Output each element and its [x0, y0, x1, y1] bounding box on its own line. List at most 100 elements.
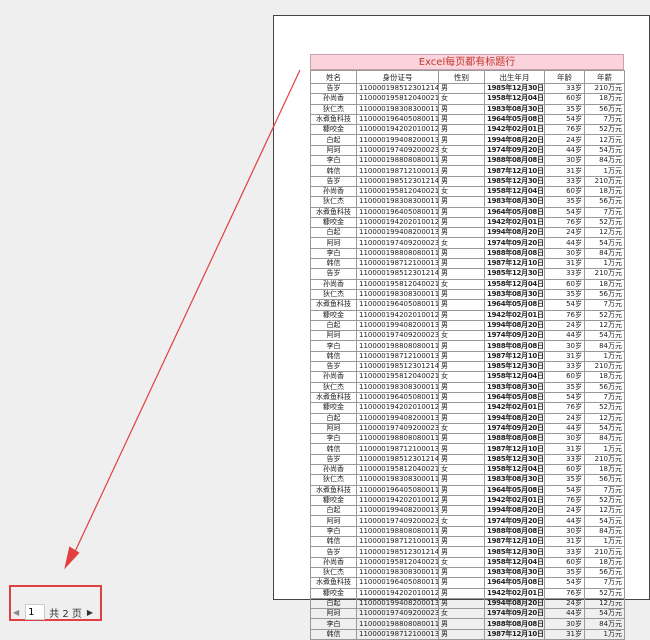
cell-gender: 男 [438, 175, 485, 187]
cell-salary: 18万元 [584, 93, 625, 105]
cell-id-number: 110000198808080011 [356, 618, 439, 630]
cell-age: 31岁 [544, 443, 585, 455]
cell-salary: 18万元 [584, 185, 625, 198]
cell-birth-date: 1974年09月20日 [484, 237, 545, 249]
prev-page-icon[interactable]: ◀ [13, 608, 19, 617]
cell-gender: 男 [438, 103, 485, 115]
cell-age: 35岁 [544, 103, 585, 115]
cell-birth-date: 1987年12月10日 [484, 350, 545, 363]
table-row: 告岁 110000198512301214 男 1985年12月30日 33岁 210万元 [310, 175, 625, 187]
cell-gender: 男 [438, 258, 485, 270]
table-row: 韩信 110000198712100013 男 1987年12月10日 31岁 1万元 [310, 443, 625, 455]
table-row: 告岁 110000198512301214 男 1985年12月30日 33岁 210万元 [310, 361, 625, 373]
cell-birth-date: 1985年12月30日 [484, 175, 545, 187]
table-row: 白起 110000199408200013 男 1994年08月20日 24岁 12万元 [310, 319, 625, 332]
sheet-area: Excel每页都有标题行 姓名 身份证号 性别 出生年月 年龄 年薪 告岁 110… [310, 54, 625, 640]
cell-birth-date: 1983年08月30日 [484, 196, 545, 208]
cell-name: 告岁 [310, 453, 357, 465]
cell-salary: 12万元 [584, 505, 625, 517]
table-row: 白起 110000199408200013 男 1994年08月20日 24岁 12万元 [310, 412, 625, 424]
cell-name: 李白 [310, 618, 357, 630]
cell-birth-date: 1942年02月01日 [484, 402, 545, 414]
cell-gender: 男 [438, 443, 485, 455]
cell-name: 糠咬金 [310, 402, 357, 414]
cell-name: 李白 [310, 247, 357, 260]
cell-name: 孙尚香 [310, 556, 357, 568]
cell-id-number: 110000195812040021 [356, 371, 439, 383]
cell-age: 54岁 [544, 391, 585, 404]
cell-name: 糠咬金 [310, 494, 357, 507]
cell-name: 韩信 [310, 443, 357, 455]
header-age: 年龄 [544, 70, 585, 84]
cell-age: 31岁 [544, 165, 585, 177]
header-salary: 年薪 [584, 70, 625, 84]
table-row: 水煮鱼科技 110000196405080011 男 1964年05月08日 54岁 7万… [310, 299, 625, 311]
cell-id-number: 110000198308300011 [356, 196, 439, 208]
cell-age: 76岁 [544, 124, 585, 136]
header-gender: 性别 [438, 70, 485, 84]
cell-name: 白起 [310, 597, 357, 610]
cell-birth-date: 1942年02月01日 [484, 216, 545, 229]
cell-name: 糠咬金 [310, 124, 357, 136]
cell-birth-date: 1958年12月04日 [484, 463, 545, 476]
cell-salary: 54万元 [584, 330, 625, 342]
cell-age: 35岁 [544, 288, 585, 301]
cell-salary: 12万元 [584, 319, 625, 332]
cell-age: 35岁 [544, 196, 585, 208]
cell-name: 告岁 [310, 546, 357, 558]
total-pages-label: 共 2 页 [49, 608, 82, 620]
cell-salary: 56万元 [584, 474, 625, 486]
cell-name: 韩信 [310, 165, 357, 177]
cell-salary: 56万元 [584, 196, 625, 208]
cell-id-number: 110000195812040021 [356, 93, 439, 105]
cell-name: 告岁 [310, 361, 357, 373]
cell-salary: 7万元 [584, 577, 625, 589]
cell-birth-date: 1942年02月01日 [484, 124, 545, 136]
cell-gender: 男 [438, 628, 485, 640]
cell-name: 告岁 [310, 268, 357, 280]
cell-birth-date: 1987年12月10日 [484, 628, 545, 640]
cell-name: 李白 [310, 433, 357, 445]
cell-birth-date: 1985年12月30日 [484, 361, 545, 373]
cell-name: 韩信 [310, 536, 357, 548]
cell-age: 33岁 [544, 268, 585, 280]
table-row: 水煮鱼科技 110000196405080011 男 1964年05月08日 54岁 7万… [310, 391, 625, 404]
cell-salary: 18万元 [584, 463, 625, 476]
cell-name: 韩信 [310, 350, 357, 363]
table-row: 糠咬金 110000194202010012 男 1942年02月01日 76岁 52万元 [310, 124, 625, 136]
print-preview-page: Excel每页都有标题行 姓名 身份证号 性别 出生年月 年龄 年薪 告岁 110… [273, 15, 650, 640]
cell-salary: 210万元 [584, 82, 625, 95]
cell-id-number: 110000195812040021 [356, 463, 439, 476]
page-number-input[interactable] [25, 604, 46, 620]
cell-age: 60岁 [544, 278, 585, 290]
cell-gender: 男 [438, 474, 485, 486]
cell-id-number: 110000198308300011 [356, 566, 439, 579]
cell-name: 阿珂 [310, 144, 357, 157]
cell-age: 54岁 [544, 206, 585, 218]
cell-age: 44岁 [544, 422, 585, 435]
table-row: 孙尚香 110000195812040021 女 1958年12月04日 60岁 18万元 [310, 556, 625, 568]
table-row: 阿珂 110000197409200023 女 1974年09月20日 44岁 54万元 [310, 515, 625, 527]
next-page-icon[interactable]: ▶ [87, 608, 93, 617]
cell-gender: 男 [438, 288, 485, 301]
cell-gender: 男 [438, 494, 485, 507]
cell-gender: 男 [438, 134, 485, 146]
cell-age: 24岁 [544, 412, 585, 424]
cell-gender: 男 [438, 587, 485, 599]
cell-gender: 男 [438, 206, 485, 218]
cell-gender: 男 [438, 566, 485, 579]
cell-salary: 84万元 [584, 247, 625, 260]
cell-id-number: 110000194202010012 [356, 587, 439, 599]
header-row: 姓名 身份证号 性别 出生年月 年龄 年薪 [310, 70, 625, 84]
cell-salary: 52万元 [584, 402, 625, 414]
cell-age: 76岁 [544, 494, 585, 507]
cell-age: 30岁 [544, 340, 585, 352]
cell-name: 狄仁杰 [310, 288, 357, 301]
table-row: 狄仁杰 110000198308300011 男 1983年08月30日 35岁 56万元 [310, 288, 625, 301]
cell-age: 30岁 [544, 433, 585, 445]
cell-gender: 男 [438, 525, 485, 538]
cell-id-number: 110000199408200013 [356, 412, 439, 424]
cell-salary: 210万元 [584, 453, 625, 465]
cell-birth-date: 1983年08月30日 [484, 103, 545, 115]
cell-age: 44岁 [544, 237, 585, 249]
